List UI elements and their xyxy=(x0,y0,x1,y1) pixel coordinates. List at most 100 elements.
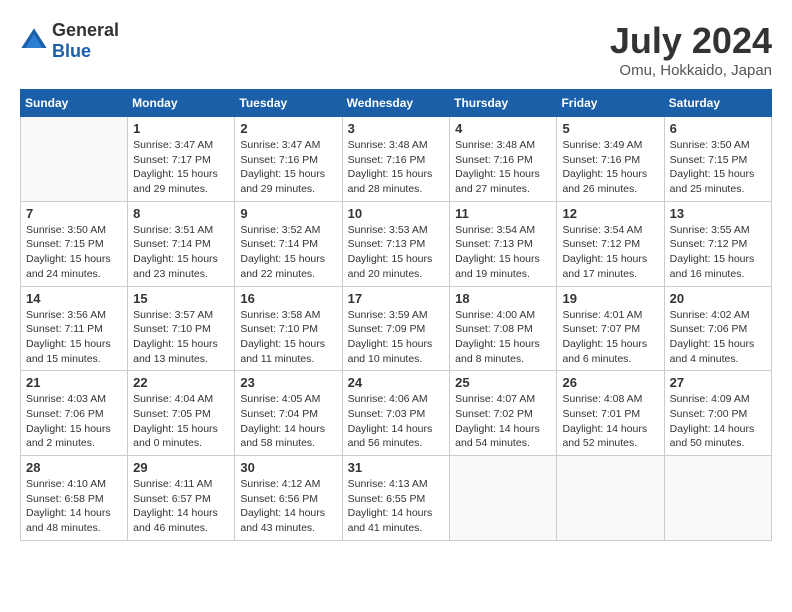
cell-content: Sunrise: 4:00 AM Sunset: 7:08 PM Dayligh… xyxy=(455,308,551,367)
cell-content: Sunrise: 4:07 AM Sunset: 7:02 PM Dayligh… xyxy=(455,392,551,451)
cell-content: Sunrise: 4:05 AM Sunset: 7:04 PM Dayligh… xyxy=(240,392,336,451)
day-number: 28 xyxy=(26,460,122,475)
calendar-week-row: 7 Sunrise: 3:50 AM Sunset: 7:15 PM Daylig… xyxy=(21,201,772,286)
cell-content: Sunrise: 3:56 AM Sunset: 7:11 PM Dayligh… xyxy=(26,308,122,367)
day-number: 3 xyxy=(348,121,445,136)
calendar-cell: 6Sunrise: 3:50 AM Sunset: 7:15 PM Daylig… xyxy=(664,117,771,202)
day-number: 23 xyxy=(240,375,336,390)
cell-content: Sunrise: 3:48 AM Sunset: 7:16 PM Dayligh… xyxy=(348,138,445,197)
weekday-header: Tuesday xyxy=(235,90,342,117)
day-number: 1 xyxy=(133,121,229,136)
day-number: 4 xyxy=(455,121,551,136)
cell-content: Sunrise: 4:04 AM Sunset: 7:05 PM Dayligh… xyxy=(133,392,229,451)
logo-general: General xyxy=(52,20,119,41)
cell-content: Sunrise: 3:57 AM Sunset: 7:10 PM Dayligh… xyxy=(133,308,229,367)
calendar-cell: 25 Sunrise: 4:07 AM Sunset: 7:02 PM Dayli… xyxy=(450,371,557,456)
weekday-header: Monday xyxy=(128,90,235,117)
day-number: 13 xyxy=(670,206,766,221)
calendar-cell: 22 Sunrise: 4:04 AM Sunset: 7:05 PM Dayli… xyxy=(128,371,235,456)
logo: General Blue xyxy=(20,20,119,62)
calendar-cell: 31Sunrise: 4:13 AM Sunset: 6:55 PM Dayli… xyxy=(342,456,450,541)
day-number: 2 xyxy=(240,121,336,136)
calendar-header-row: SundayMondayTuesdayWednesdayThursdayFrid… xyxy=(21,90,772,117)
calendar-cell: 7 Sunrise: 3:50 AM Sunset: 7:15 PM Daylig… xyxy=(21,201,128,286)
day-number: 24 xyxy=(348,375,445,390)
calendar-cell: 17Sunrise: 3:59 AM Sunset: 7:09 PM Dayli… xyxy=(342,286,450,371)
cell-content: Sunrise: 3:47 AM Sunset: 7:16 PM Dayligh… xyxy=(240,138,336,197)
calendar-cell: 13 Sunrise: 3:55 AM Sunset: 7:12 PM Dayli… xyxy=(664,201,771,286)
day-number: 22 xyxy=(133,375,229,390)
logo-icon xyxy=(20,27,48,55)
cell-content: Sunrise: 3:55 AM Sunset: 7:12 PM Dayligh… xyxy=(670,223,766,282)
cell-content: Sunrise: 3:50 AM Sunset: 7:15 PM Dayligh… xyxy=(26,223,122,282)
calendar-cell: 8 Sunrise: 3:51 AM Sunset: 7:14 PM Daylig… xyxy=(128,201,235,286)
calendar-cell: 12 Sunrise: 3:54 AM Sunset: 7:12 PM Dayli… xyxy=(557,201,664,286)
day-number: 11 xyxy=(455,206,551,221)
calendar-cell: 29 Sunrise: 4:11 AM Sunset: 6:57 PM Dayli… xyxy=(128,456,235,541)
cell-content: Sunrise: 4:03 AM Sunset: 7:06 PM Dayligh… xyxy=(26,392,122,451)
cell-content: Sunrise: 4:12 AM Sunset: 6:56 PM Dayligh… xyxy=(240,477,336,536)
calendar-cell: 27Sunrise: 4:09 AM Sunset: 7:00 PM Dayli… xyxy=(664,371,771,456)
day-number: 5 xyxy=(562,121,658,136)
calendar-cell: 20 Sunrise: 4:02 AM Sunset: 7:06 PM Dayli… xyxy=(664,286,771,371)
day-number: 8 xyxy=(133,206,229,221)
calendar-cell: 9Sunrise: 3:52 AM Sunset: 7:14 PM Daylig… xyxy=(235,201,342,286)
cell-content: Sunrise: 4:09 AM Sunset: 7:00 PM Dayligh… xyxy=(670,392,766,451)
calendar-cell: 2 Sunrise: 3:47 AM Sunset: 7:16 PM Daylig… xyxy=(235,117,342,202)
day-number: 20 xyxy=(670,291,766,306)
logo-blue: Blue xyxy=(52,41,119,62)
calendar-cell xyxy=(557,456,664,541)
calendar-cell: 28 Sunrise: 4:10 AM Sunset: 6:58 PM Dayli… xyxy=(21,456,128,541)
calendar-cell: 18Sunrise: 4:00 AM Sunset: 7:08 PM Dayli… xyxy=(450,286,557,371)
day-number: 12 xyxy=(562,206,658,221)
cell-content: Sunrise: 3:47 AM Sunset: 7:17 PM Dayligh… xyxy=(133,138,229,197)
day-number: 15 xyxy=(133,291,229,306)
day-number: 9 xyxy=(240,206,336,221)
calendar-cell: 30 Sunrise: 4:12 AM Sunset: 6:56 PM Dayli… xyxy=(235,456,342,541)
day-number: 25 xyxy=(455,375,551,390)
calendar-week-row: 1 Sunrise: 3:47 AM Sunset: 7:17 PM Daylig… xyxy=(21,117,772,202)
calendar-cell: 4 Sunrise: 3:48 AM Sunset: 7:16 PM Daylig… xyxy=(450,117,557,202)
calendar-cell: 14 Sunrise: 3:56 AM Sunset: 7:11 PM Dayli… xyxy=(21,286,128,371)
cell-content: Sunrise: 4:11 AM Sunset: 6:57 PM Dayligh… xyxy=(133,477,229,536)
calendar-cell: 5Sunrise: 3:49 AM Sunset: 7:16 PM Daylig… xyxy=(557,117,664,202)
weekday-header: Saturday xyxy=(664,90,771,117)
header: General Blue July 2024 Omu, Hokkaido, Ja… xyxy=(20,20,772,79)
calendar-cell: 1 Sunrise: 3:47 AM Sunset: 7:17 PM Daylig… xyxy=(128,117,235,202)
day-number: 6 xyxy=(670,121,766,136)
calendar-cell: 26Sunrise: 4:08 AM Sunset: 7:01 PM Dayli… xyxy=(557,371,664,456)
cell-content: Sunrise: 4:02 AM Sunset: 7:06 PM Dayligh… xyxy=(670,308,766,367)
cell-content: Sunrise: 3:54 AM Sunset: 7:12 PM Dayligh… xyxy=(562,223,658,282)
day-number: 26 xyxy=(562,375,658,390)
calendar-cell: 16 Sunrise: 3:58 AM Sunset: 7:10 PM Dayli… xyxy=(235,286,342,371)
calendar-cell: 11Sunrise: 3:54 AM Sunset: 7:13 PM Dayli… xyxy=(450,201,557,286)
cell-content: Sunrise: 3:59 AM Sunset: 7:09 PM Dayligh… xyxy=(348,308,445,367)
calendar-cell: 3 Sunrise: 3:48 AM Sunset: 7:16 PM Daylig… xyxy=(342,117,450,202)
cell-content: Sunrise: 3:51 AM Sunset: 7:14 PM Dayligh… xyxy=(133,223,229,282)
calendar-cell xyxy=(664,456,771,541)
day-number: 16 xyxy=(240,291,336,306)
weekday-header: Thursday xyxy=(450,90,557,117)
weekday-header: Friday xyxy=(557,90,664,117)
cell-content: Sunrise: 4:01 AM Sunset: 7:07 PM Dayligh… xyxy=(562,308,658,367)
day-number: 7 xyxy=(26,206,122,221)
day-number: 21 xyxy=(26,375,122,390)
day-number: 29 xyxy=(133,460,229,475)
day-number: 30 xyxy=(240,460,336,475)
cell-content: Sunrise: 3:58 AM Sunset: 7:10 PM Dayligh… xyxy=(240,308,336,367)
day-number: 10 xyxy=(348,206,445,221)
location: Omu, Hokkaido, Japan xyxy=(610,62,772,79)
cell-content: Sunrise: 4:10 AM Sunset: 6:58 PM Dayligh… xyxy=(26,477,122,536)
logo-text: General Blue xyxy=(52,20,119,62)
month-title: July 2024 xyxy=(610,20,772,62)
calendar-cell: 24 Sunrise: 4:06 AM Sunset: 7:03 PM Dayli… xyxy=(342,371,450,456)
calendar: SundayMondayTuesdayWednesdayThursdayFrid… xyxy=(20,89,772,541)
calendar-week-row: 28 Sunrise: 4:10 AM Sunset: 6:58 PM Dayli… xyxy=(21,456,772,541)
weekday-header: Wednesday xyxy=(342,90,450,117)
calendar-cell: 15 Sunrise: 3:57 AM Sunset: 7:10 PM Dayli… xyxy=(128,286,235,371)
cell-content: Sunrise: 4:06 AM Sunset: 7:03 PM Dayligh… xyxy=(348,392,445,451)
cell-content: Sunrise: 3:48 AM Sunset: 7:16 PM Dayligh… xyxy=(455,138,551,197)
calendar-week-row: 14 Sunrise: 3:56 AM Sunset: 7:11 PM Dayli… xyxy=(21,286,772,371)
day-number: 14 xyxy=(26,291,122,306)
cell-content: Sunrise: 3:53 AM Sunset: 7:13 PM Dayligh… xyxy=(348,223,445,282)
